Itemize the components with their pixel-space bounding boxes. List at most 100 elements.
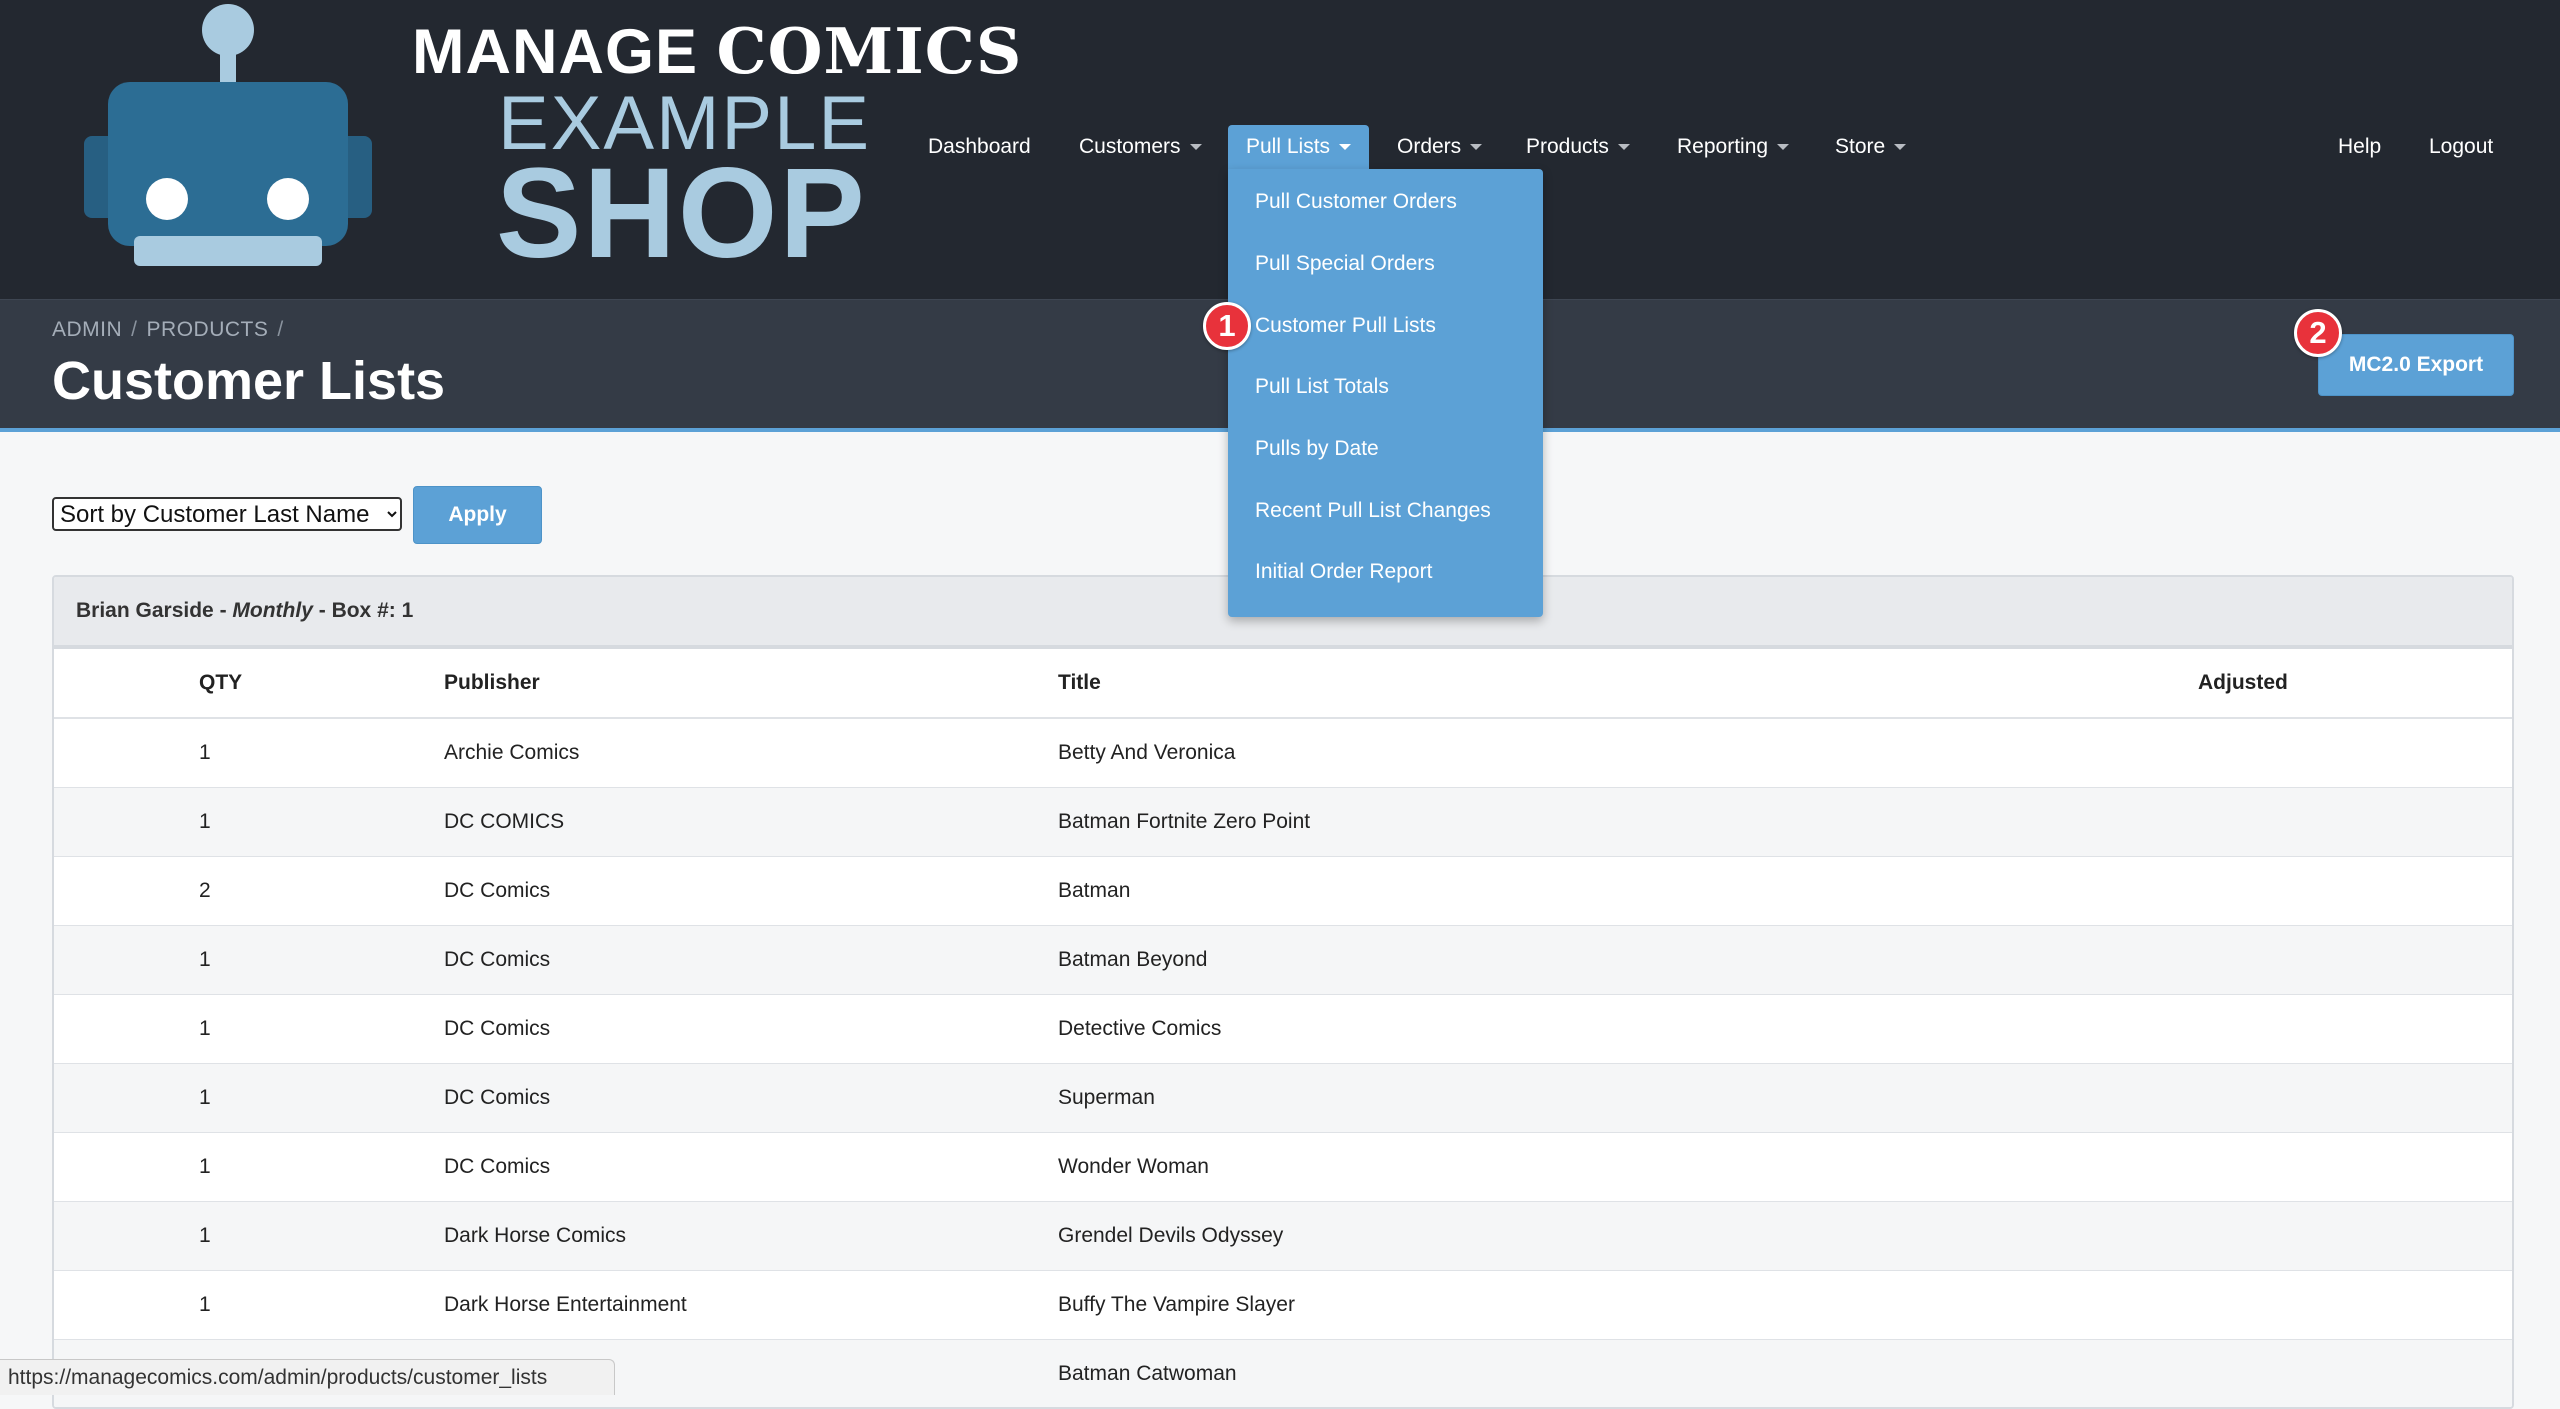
table-row: 1 Dark Horse Entertainment Buffy The Vam… bbox=[54, 1270, 2512, 1340]
cell-adjusted bbox=[2198, 856, 2512, 926]
breadcrumb-separator: / bbox=[277, 318, 284, 341]
menu-item-pull-list-totals[interactable]: Pull List Totals bbox=[1255, 367, 1389, 407]
table-header-row: QTY Publisher Title Adjusted bbox=[54, 649, 2512, 719]
nav-pull-lists[interactable]: Pull Lists bbox=[1228, 125, 1370, 169]
nav-help-label: Help bbox=[2338, 135, 2382, 158]
mc2-export-button[interactable]: MC2.0 Export bbox=[2318, 334, 2514, 396]
pull-lists-dropdown-menu: Pull Customer Orders Pull Special Orders… bbox=[1228, 169, 1543, 617]
chevron-down-icon bbox=[1189, 144, 1202, 151]
menu-item-customer-pull-lists[interactable]: Customer Pull Lists bbox=[1255, 306, 1436, 346]
table-row: 1 DC Comics Superman bbox=[54, 1063, 2512, 1133]
cell-publisher: DC Comics bbox=[444, 1132, 1058, 1202]
cell-publisher: DC COMICS bbox=[444, 787, 1058, 857]
nav-dashboard-label: Dashboard bbox=[928, 135, 1031, 158]
nav-customers[interactable]: Customers bbox=[1079, 125, 1202, 169]
cell-title: Buffy The Vampire Slayer bbox=[1058, 1270, 2198, 1340]
sort-select[interactable]: Sort by Customer Last Name bbox=[52, 497, 402, 531]
cell-adjusted bbox=[2198, 787, 2512, 857]
menu-item-recent-pull-list-changes[interactable]: Recent Pull List Changes bbox=[1255, 491, 1491, 531]
nav-pull-lists-label: Pull Lists bbox=[1246, 135, 1331, 158]
nav-products[interactable]: Products bbox=[1526, 125, 1630, 169]
cell-title: Batman bbox=[1058, 856, 2198, 926]
nav-reporting-label: Reporting bbox=[1677, 135, 1769, 158]
nav-dashboard[interactable]: Dashboard bbox=[928, 125, 1031, 169]
cell-qty: 1 bbox=[54, 925, 444, 995]
chevron-down-icon bbox=[1777, 144, 1790, 151]
cell-qty: 1 bbox=[54, 718, 444, 788]
cell-title: Detective Comics bbox=[1058, 994, 2198, 1064]
table-row: 1 DC Comics Detective Comics bbox=[54, 994, 2512, 1064]
cell-publisher: Dark Horse Entertainment bbox=[444, 1270, 1058, 1340]
apply-button[interactable]: Apply bbox=[413, 486, 542, 544]
robot-logo-icon bbox=[84, 4, 372, 266]
breadcrumb: ADMIN / PRODUCTS / bbox=[52, 318, 293, 342]
cell-title: Batman Catwoman bbox=[1058, 1339, 2198, 1407]
chevron-down-icon bbox=[1617, 144, 1630, 151]
callout-badge-1: 1 bbox=[1203, 302, 1251, 350]
nav-products-label: Products bbox=[1526, 135, 1609, 158]
cell-title: Batman Beyond bbox=[1058, 925, 2198, 995]
cell-publisher: DC Comics bbox=[444, 925, 1058, 995]
brand-comics: COMICS bbox=[716, 14, 1023, 88]
table-row: 1 DC Comics Wonder Woman bbox=[54, 1132, 2512, 1202]
brand-title: MANAGE COMICS bbox=[412, 14, 1022, 88]
cell-publisher: DC Comics bbox=[444, 856, 1058, 926]
chevron-down-icon bbox=[1470, 144, 1483, 151]
brand-manage: MANAGE bbox=[412, 17, 717, 87]
breadcrumb-products[interactable]: PRODUCTS bbox=[147, 318, 269, 341]
nav-help[interactable]: Help bbox=[2338, 125, 2381, 169]
cell-title: Wonder Woman bbox=[1058, 1132, 2198, 1202]
menu-item-initial-order-report[interactable]: Initial Order Report bbox=[1255, 552, 1432, 592]
cell-title: Grendel Devils Odyssey bbox=[1058, 1201, 2198, 1271]
column-header-publisher[interactable]: Publisher bbox=[444, 649, 1058, 719]
menu-item-pull-customer-orders[interactable]: Pull Customer Orders bbox=[1255, 182, 1457, 222]
cell-qty: 1 bbox=[54, 994, 444, 1064]
heading-separator: - bbox=[312, 599, 332, 622]
breadcrumb-admin[interactable]: ADMIN bbox=[52, 318, 122, 341]
customer-box: Box #: 1 bbox=[331, 599, 414, 622]
cell-qty: 1 bbox=[54, 1270, 444, 1340]
table-row: 1 Dark Horse Comics Grendel Devils Odyss… bbox=[54, 1201, 2512, 1271]
column-header-title[interactable]: Title bbox=[1058, 649, 2198, 719]
cell-publisher: Archie Comics bbox=[444, 718, 1058, 788]
chevron-down-icon bbox=[1894, 144, 1907, 151]
cell-adjusted bbox=[2198, 1270, 2512, 1340]
nav-store-label: Store bbox=[1835, 135, 1886, 158]
shop-logo[interactable]: MANAGE COMICS EXAMPLE SHOP bbox=[78, 0, 1021, 285]
table-row: 2 DC Comics Batman bbox=[54, 856, 2512, 926]
callout-badge-2: 2 bbox=[2294, 309, 2342, 357]
cell-title: Batman Fortnite Zero Point bbox=[1058, 787, 2198, 857]
cell-publisher: DC Comics bbox=[444, 994, 1058, 1064]
nav-orders[interactable]: Orders bbox=[1397, 125, 1483, 169]
nav-logout-label: Logout bbox=[2429, 135, 2494, 158]
brand-shop: SHOP bbox=[496, 142, 867, 285]
cell-publisher: DC Comics bbox=[444, 1063, 1058, 1133]
cell-adjusted bbox=[2198, 994, 2512, 1064]
heading-separator: - bbox=[213, 599, 233, 622]
page-title: Customer Lists bbox=[52, 351, 446, 411]
link-status-bar: https://managecomics.com/admin/products/… bbox=[0, 1359, 615, 1395]
nav-reporting[interactable]: Reporting bbox=[1677, 125, 1790, 169]
cell-qty: 1 bbox=[54, 1201, 444, 1271]
cell-adjusted bbox=[2198, 1339, 2512, 1407]
pull-list-table: QTY Publisher Title Adjusted 1 Archie Co… bbox=[54, 649, 2512, 1407]
nav-logout[interactable]: Logout bbox=[2429, 125, 2493, 169]
nav-customers-label: Customers bbox=[1079, 135, 1181, 158]
customer-pull-list-panel: Brian Garside - Monthly - Box #: 1 QTY P… bbox=[52, 575, 2514, 1409]
breadcrumb-separator: / bbox=[131, 318, 138, 341]
cell-title: Betty And Veronica bbox=[1058, 718, 2198, 788]
cell-adjusted bbox=[2198, 718, 2512, 788]
cell-title: Superman bbox=[1058, 1063, 2198, 1133]
menu-item-pulls-by-date[interactable]: Pulls by Date bbox=[1255, 429, 1379, 469]
menu-item-pull-special-orders[interactable]: Pull Special Orders bbox=[1255, 244, 1435, 284]
chevron-down-icon bbox=[1339, 144, 1352, 151]
cell-publisher: Dark Horse Comics bbox=[444, 1201, 1058, 1271]
nav-orders-label: Orders bbox=[1397, 135, 1462, 158]
customer-name: Brian Garside bbox=[76, 599, 214, 622]
table-row: 1 DC Comics Batman Beyond bbox=[54, 925, 2512, 995]
column-header-qty[interactable]: QTY bbox=[54, 649, 444, 719]
cell-adjusted bbox=[2198, 1132, 2512, 1202]
column-header-adjusted[interactable]: Adjusted bbox=[2198, 649, 2512, 719]
nav-store[interactable]: Store bbox=[1835, 125, 1907, 169]
table-row: 1 DC COMICS Batman Fortnite Zero Point bbox=[54, 787, 2512, 857]
